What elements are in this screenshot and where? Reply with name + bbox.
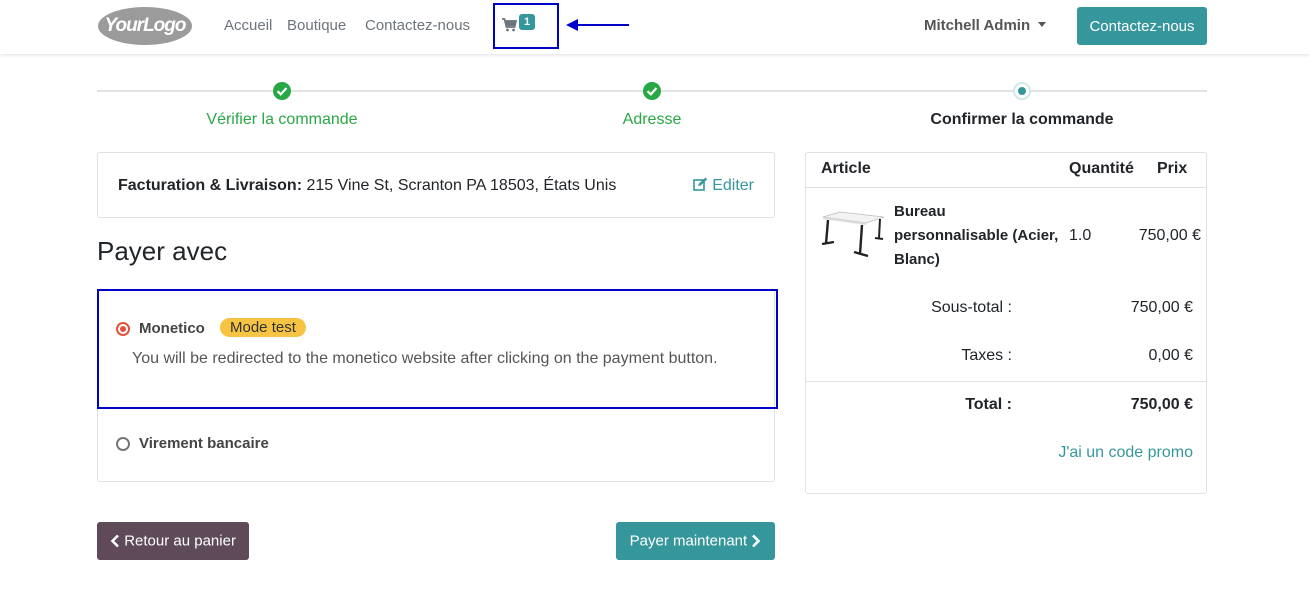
taxes-value: 0,00 € [1148, 347, 1193, 364]
total-divider [806, 381, 1206, 382]
bank-transfer-name[interactable]: Virement bancaire [139, 435, 269, 452]
monetico-description: You will be redirected to the monetico w… [132, 350, 718, 367]
step-verify-order[interactable]: Vérifier la commande [182, 111, 382, 129]
user-menu-dropdown[interactable]: Mitchell Admin [924, 17, 1047, 34]
address-value: 215 Vine St, Scranton PA 18503, États Un… [306, 177, 617, 194]
billing-shipping-card: Facturation & Livraison: 215 Vine St, Sc… [97, 152, 775, 218]
step-current-icon [1013, 82, 1031, 100]
cart-icon [502, 18, 517, 32]
address-label: Facturation & Livraison: [118, 177, 303, 194]
promo-code-link[interactable]: J'ai un code promo [1058, 444, 1193, 462]
contact-button[interactable]: Contactez-nous [1077, 7, 1207, 45]
header-quantity: Quantité [1069, 160, 1134, 177]
back-to-cart-button[interactable]: Retour au panier [97, 522, 249, 560]
logo[interactable]: YourLogo [97, 6, 193, 46]
edit-address-link[interactable]: Editer [692, 177, 754, 195]
pay-now-button[interactable]: Payer maintenant [616, 522, 775, 560]
back-to-cart-label: Retour au panier [124, 532, 236, 550]
step-confirm-order: Confirmer la commande [930, 111, 1114, 128]
test-mode-badge: Mode test [220, 318, 306, 337]
step-check-icon [273, 82, 291, 100]
billing-shipping-address: Facturation & Livraison: 215 Vine St, Sc… [118, 177, 616, 195]
total-value: 750,00 € [1130, 396, 1193, 413]
payment-option-monetico[interactable] [97, 289, 778, 409]
cart-button[interactable]: 1 [493, 3, 559, 49]
step-address[interactable]: Adresse [552, 111, 752, 129]
product-quantity: 1.0 [1069, 227, 1092, 244]
total-label: Total : [965, 396, 1012, 413]
annotation-arrow-icon [566, 19, 629, 31]
taxes-label: Taxes : [961, 347, 1012, 364]
nav-link-boutique[interactable]: Boutique [287, 17, 346, 34]
logo-text: YourLogo [104, 15, 187, 36]
chevron-left-icon [110, 534, 119, 548]
pay-now-label: Payer maintenant [629, 532, 748, 550]
edit-address-label: Editer [712, 177, 754, 194]
subtotal-value: 750,00 € [1130, 299, 1193, 316]
header-price: Prix [1157, 160, 1188, 177]
monetico-radio[interactable] [116, 322, 130, 336]
header-article: Article [821, 160, 871, 177]
subtotal-label: Sous-total : [931, 299, 1012, 316]
bank-transfer-radio[interactable] [116, 437, 130, 451]
edit-icon [692, 177, 707, 191]
user-name: Mitchell Admin [924, 17, 1031, 34]
step-check-icon [643, 82, 661, 100]
product-price: 750,00 € [1138, 227, 1201, 244]
nav-link-accueil[interactable]: Accueil [224, 17, 272, 34]
monetico-name: Monetico [139, 320, 205, 337]
product-image [821, 211, 885, 258]
top-navbar: YourLogo Accueil Boutique Contactez-nous… [0, 0, 1310, 54]
summary-divider [806, 187, 1206, 188]
nav-link-contact[interactable]: Contactez-nous [365, 17, 470, 34]
chevron-down-icon [1038, 21, 1047, 27]
chevron-right-icon [752, 534, 761, 548]
payment-section-title: Payer avec [97, 236, 228, 266]
product-name[interactable]: Bureau personnalisable (Acier, Blanc) [894, 200, 1064, 272]
cart-count-badge: 1 [519, 14, 536, 30]
